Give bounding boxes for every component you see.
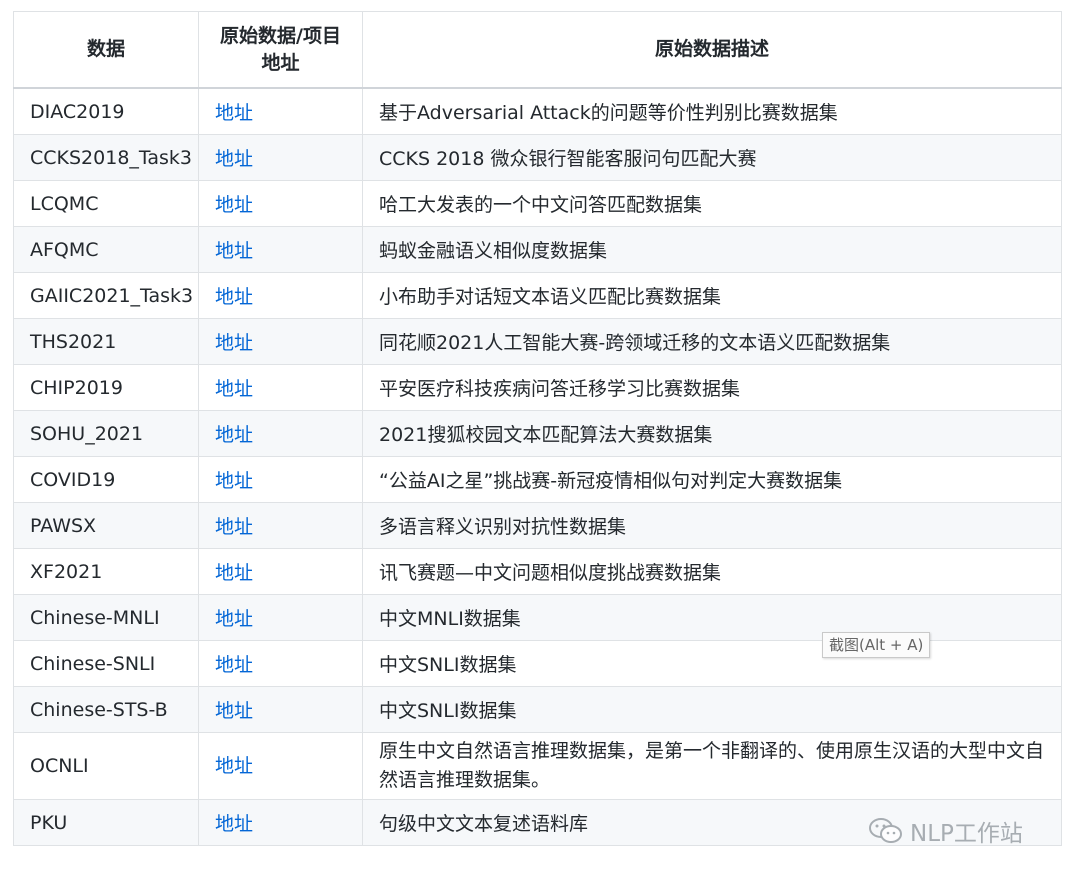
dataset-name: GAIIC2021_Task3 [13,272,199,319]
header-source-link: 原始数据/项目 地址 [198,11,363,89]
dataset-name: DIAC2019 [13,87,199,135]
source-link[interactable]: 地址 [215,654,253,676]
table-row: THS2021 地址 同花顺2021人工智能大赛-跨领域迁移的文本语义匹配数据集 [13,318,1062,365]
screenshot-tooltip: 截图(Alt + A) [822,632,931,658]
source-link[interactable]: 地址 [215,332,253,354]
table-row: COVID19 地址 “公益AI之星”挑战赛-新冠疫情相似句对判定大赛数据集 [13,456,1062,503]
table-row: Chinese-STS-B 地址 中文SNLI数据集 [13,686,1062,733]
dataset-name: CHIP2019 [13,364,199,411]
dataset-description: 多语言释义识别对抗性数据集 [362,502,1062,549]
table-row: OCNLI 地址 原生中文自然语言推理数据集，是第一个非翻译的、使用原生汉语的大… [13,732,1062,800]
source-link[interactable]: 地址 [215,194,253,216]
source-link[interactable]: 地址 [215,700,253,722]
watermark-text: NLP工作站 [910,821,1023,847]
source-link[interactable]: 地址 [215,755,253,777]
dataset-name: Chinese-SNLI [13,640,199,687]
dataset-description: 中文MNLI数据集 [362,594,1062,641]
header-description: 原始数据描述 [362,11,1062,89]
dataset-description: 基于Adversarial Attack的问题等价性判别比赛数据集 [362,87,1062,135]
dataset-name: COVID19 [13,456,199,503]
dataset-description: 中文SNLI数据集 [362,686,1062,733]
dataset-name: PKU [13,799,199,846]
table-row: AFQMC 地址 蚂蚁金融语义相似度数据集 [13,226,1062,273]
table-row: LCQMC 地址 哈工大发表的一个中文问答匹配数据集 [13,180,1062,227]
header-source-link-line1: 原始数据/项目 [220,24,341,47]
dataset-description: 中文SNLI数据集 [362,640,1062,687]
dataset-table: 数据 原始数据/项目 地址 原始数据描述 DIAC2019 地址 基于Adver… [13,11,1062,846]
header-source-link-line2: 地址 [261,51,300,74]
table-row: XF2021 地址 讯飞赛题—中文问题相似度挑战赛数据集 [13,548,1062,595]
table-row: DIAC2019 地址 基于Adversarial Attack的问题等价性判别… [13,87,1062,135]
source-link[interactable]: 地址 [215,240,253,262]
source-link[interactable]: 地址 [215,608,253,630]
dataset-name: OCNLI [13,732,199,800]
dataset-description: 蚂蚁金融语义相似度数据集 [362,226,1062,273]
dataset-name: XF2021 [13,548,199,595]
dataset-description: 同花顺2021人工智能大赛-跨领域迁移的文本语义匹配数据集 [362,318,1062,365]
source-link[interactable]: 地址 [215,470,253,492]
dataset-name: AFQMC [13,226,199,273]
table-row: GAIIC2021_Task3 地址 小布助手对话短文本语义匹配比赛数据集 [13,272,1062,319]
dataset-description: “公益AI之星”挑战赛-新冠疫情相似句对判定大赛数据集 [362,456,1062,503]
dataset-name: THS2021 [13,318,199,365]
dataset-name: Chinese-STS-B [13,686,199,733]
dataset-description: CCKS 2018 微众银行智能客服问句匹配大赛 [362,134,1062,181]
dataset-description: 2021搜狐校园文本匹配算法大赛数据集 [362,410,1062,457]
source-link[interactable]: 地址 [215,516,253,538]
dataset-description: 平安医疗科技疾病问答迁移学习比赛数据集 [362,364,1062,411]
watermark: NLP工作站 [868,814,1023,848]
table-row: PAWSX 地址 多语言释义识别对抗性数据集 [13,502,1062,549]
dataset-description: 哈工大发表的一个中文问答匹配数据集 [362,180,1062,227]
source-link[interactable]: 地址 [215,102,253,124]
dataset-name: SOHU_2021 [13,410,199,457]
dataset-name: PAWSX [13,502,199,549]
source-link[interactable]: 地址 [215,286,253,308]
dataset-name: CCKS2018_Task3 [13,134,199,181]
dataset-description: 原生中文自然语言推理数据集，是第一个非翻译的、使用原生汉语的大型中文自然语言推理… [362,732,1062,800]
dataset-name: Chinese-MNLI [13,594,199,641]
dataset-name: LCQMC [13,180,199,227]
table-row: SOHU_2021 地址 2021搜狐校园文本匹配算法大赛数据集 [13,410,1062,457]
source-link[interactable]: 地址 [215,378,253,400]
source-link[interactable]: 地址 [215,424,253,446]
table-row: CCKS2018_Task3 地址 CCKS 2018 微众银行智能客服问句匹配… [13,134,1062,181]
dataset-description: 小布助手对话短文本语义匹配比赛数据集 [362,272,1062,319]
dataset-description: 讯飞赛题—中文问题相似度挑战赛数据集 [362,548,1062,595]
source-link[interactable]: 地址 [215,813,253,835]
header-dataset: 数据 [13,11,199,89]
table-header-row: 数据 原始数据/项目 地址 原始数据描述 [13,11,1062,89]
wechat-icon [868,816,904,846]
source-link[interactable]: 地址 [215,148,253,170]
source-link[interactable]: 地址 [215,562,253,584]
table-row: CHIP2019 地址 平安医疗科技疾病问答迁移学习比赛数据集 [13,364,1062,411]
